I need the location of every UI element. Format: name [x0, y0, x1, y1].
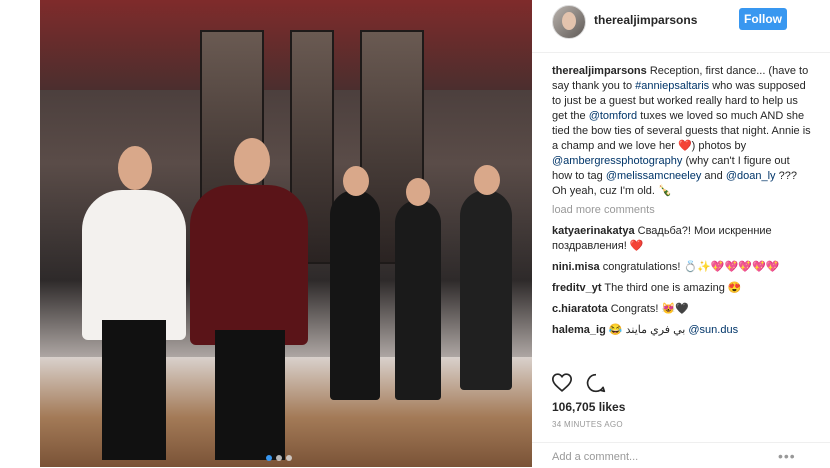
- photo-groom-trousers: [215, 330, 285, 460]
- follow-button[interactable]: Follow: [739, 8, 787, 30]
- comment-username[interactable]: halema_ig: [552, 324, 606, 336]
- photo-guest-head: [343, 166, 369, 196]
- username-link[interactable]: therealjimparsons: [594, 13, 697, 27]
- add-comment-bar: Add a comment... •••: [532, 442, 830, 468]
- add-comment-input[interactable]: Add a comment...: [552, 451, 638, 463]
- caption-mention[interactable]: @ambergressphotography: [552, 155, 682, 167]
- carousel-dots[interactable]: [266, 455, 292, 461]
- comment-username[interactable]: freditv_yt: [552, 282, 602, 294]
- comment-item: katyaerinakatya Свадьба?! Мои искренние …: [552, 224, 812, 254]
- caption: therealjimparsons Reception, first dance…: [552, 64, 812, 199]
- more-options-icon[interactable]: •••: [778, 448, 796, 464]
- photo-groom-head: [118, 146, 152, 190]
- heart-icon-graphic: [551, 373, 573, 392]
- photo-guest: [330, 190, 380, 400]
- caption-username[interactable]: therealjimparsons: [552, 65, 647, 77]
- photo-groom-white-jacket: [82, 190, 186, 340]
- comment-icon[interactable]: [586, 373, 606, 393]
- photo-groom-velvet-jacket: [190, 185, 308, 345]
- carousel-dot-active[interactable]: [266, 455, 272, 461]
- comment-username[interactable]: katyaerinakatya: [552, 225, 635, 237]
- post-header: therealjimparsons Follow: [532, 0, 830, 53]
- comment-text: congratulations! 💍✨💖💖💖💖💖: [599, 261, 780, 273]
- photo-groom-head: [234, 138, 270, 184]
- likes-count[interactable]: 106,705 likes: [552, 400, 625, 414]
- comment-text: Congrats! 😻🖤: [607, 303, 689, 315]
- carousel-dot[interactable]: [276, 455, 282, 461]
- avatar-face: [562, 12, 576, 30]
- photo-guest-head: [474, 165, 500, 195]
- caption-text: and: [701, 170, 726, 182]
- caption-mention[interactable]: @tomford: [589, 110, 637, 122]
- comment-text: The third one is amazing 😍: [601, 282, 742, 294]
- load-more-comments-link[interactable]: load more comments: [552, 203, 812, 218]
- comments-section: therealjimparsons Reception, first dance…: [552, 64, 812, 338]
- caption-hashtag[interactable]: #anniepsaltaris: [635, 80, 709, 92]
- caption-mention[interactable]: @melissamcneeley: [606, 170, 702, 182]
- comment-item: c.hiaratota Congrats! 😻🖤: [552, 302, 812, 317]
- avatar[interactable]: [552, 5, 586, 39]
- photo-guest-head: [406, 178, 430, 206]
- comment-mention[interactable]: @sun.dus: [688, 324, 738, 336]
- photo-groom-trousers: [102, 320, 166, 460]
- carousel-dot[interactable]: [286, 455, 292, 461]
- photo-guest: [395, 200, 441, 400]
- comment-item: halema_ig 😂 بي فري مايند @sun.dus: [552, 323, 812, 338]
- comment-item: freditv_yt The third one is amazing 😍: [552, 281, 812, 296]
- comment-icon-graphic: [586, 373, 606, 393]
- post-actions: [551, 373, 606, 393]
- photo-ceiling: [40, 0, 532, 90]
- comment-username[interactable]: nini.misa: [552, 261, 600, 273]
- comment-item: nini.misa congratulations! 💍✨💖💖💖💖💖: [552, 260, 812, 275]
- photo-guest: [460, 190, 512, 390]
- comment-text: 😂 بي فري مايند: [605, 324, 689, 336]
- comment-username[interactable]: c.hiaratota: [552, 303, 608, 315]
- post-timestamp: 34 MINUTES AGO: [552, 420, 623, 429]
- heart-icon[interactable]: [551, 373, 573, 393]
- caption-mention[interactable]: @doan_ly: [726, 170, 776, 182]
- post-details-panel: therealjimparsons Follow therealjimparso…: [532, 0, 830, 467]
- post-photo[interactable]: [40, 0, 532, 467]
